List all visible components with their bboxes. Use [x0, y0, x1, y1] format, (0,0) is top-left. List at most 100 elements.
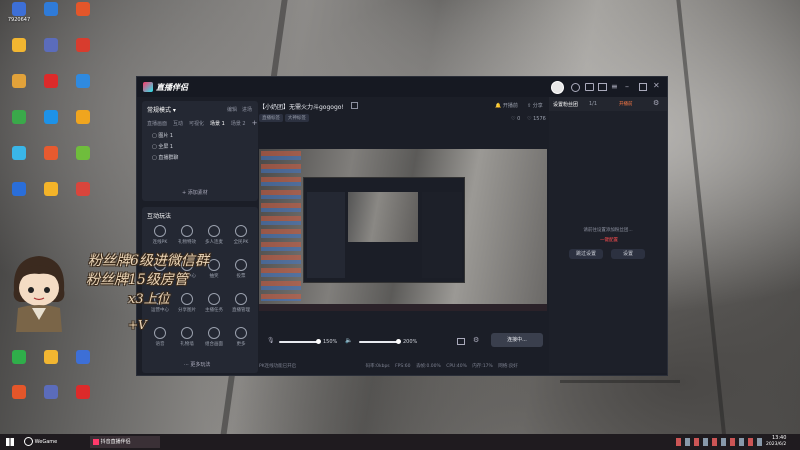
- app-icon: [44, 146, 58, 160]
- more-tools-button[interactable]: ··· 更多玩法: [184, 361, 210, 368]
- tool-button[interactable]: 直播管理: [229, 293, 253, 313]
- desktop-icon[interactable]: [36, 146, 66, 161]
- desktop-icon[interactable]: [36, 74, 66, 89]
- minimize-icon[interactable]: –: [625, 82, 629, 91]
- menu-icon[interactable]: ≡: [611, 82, 618, 91]
- tool-label: 投票: [236, 274, 246, 279]
- settings-gear-icon[interactable]: ⚙: [473, 336, 479, 344]
- tag-badge[interactable]: 大神标签: [284, 114, 309, 122]
- tshirt-icon[interactable]: [598, 83, 607, 91]
- tool-button[interactable]: 组合画面: [202, 327, 226, 347]
- mode-dropdown[interactable]: 常规模式 ▾: [147, 105, 176, 114]
- tool-button[interactable]: 连线PK: [148, 225, 172, 245]
- desktop-icon[interactable]: [4, 385, 34, 399]
- close-icon[interactable]: ✕: [653, 81, 660, 90]
- tab-interact[interactable]: 互动: [173, 120, 183, 127]
- title-bar: 直播伴侣 ≡ – ✕: [137, 77, 667, 97]
- list-item[interactable]: ▢ 图片 1: [142, 131, 258, 142]
- speaker-volume-slider[interactable]: [359, 341, 399, 343]
- tag-badge[interactable]: 直播标签: [259, 114, 283, 122]
- tool-button[interactable]: 主播任务: [202, 293, 226, 313]
- desktop-icon[interactable]: [4, 110, 34, 125]
- taskbar-app-companion[interactable]: 抖音直播伴侣: [90, 436, 160, 448]
- desktop-icon[interactable]: [36, 385, 66, 399]
- edit-button[interactable]: 编辑: [227, 106, 237, 113]
- mic-icon[interactable]: 🎙: [267, 337, 275, 344]
- desktop-icon[interactable]: [68, 2, 98, 17]
- connect-button[interactable]: 连接中...: [491, 333, 543, 347]
- enter-button[interactable]: 进场: [242, 106, 252, 113]
- desktop-icon[interactable]: [36, 182, 66, 197]
- tab-visual[interactable]: 可视化: [189, 120, 204, 127]
- desktop-icon[interactable]: [68, 350, 98, 364]
- share-link[interactable]: ⇪ 分享: [527, 102, 543, 109]
- tool-button[interactable]: 更多: [229, 327, 253, 347]
- desktop-icon[interactable]: [68, 182, 98, 197]
- skip-button[interactable]: 跳过设置: [569, 249, 603, 259]
- desktop-icon[interactable]: [36, 350, 66, 364]
- status-item: 丢帧:0.00%: [415, 364, 441, 369]
- restore-icon[interactable]: [639, 83, 647, 91]
- app-icon: [44, 350, 58, 364]
- desktop-icon[interactable]: [4, 182, 34, 197]
- settings-icon[interactable]: ⚙: [653, 99, 659, 107]
- tool-icon: [181, 293, 193, 305]
- speaker-volume-thumb[interactable]: [396, 339, 401, 344]
- record-icon[interactable]: [457, 338, 465, 345]
- tab-scene-2[interactable]: 场景 2: [231, 120, 246, 127]
- desktop-icon[interactable]: [4, 74, 34, 89]
- desktop-icon[interactable]: [4, 146, 34, 161]
- desktop-icon[interactable]: [68, 74, 98, 89]
- cartoon-avatar-icon: [13, 256, 65, 332]
- tool-label: 全民PK: [233, 240, 249, 245]
- add-scene-icon[interactable]: +: [252, 119, 258, 127]
- clock-date[interactable]: 2023/6/2: [766, 442, 786, 447]
- desktop-icon[interactable]: [68, 146, 98, 161]
- desktop-icon[interactable]: [68, 110, 98, 125]
- tool-label: 运营中心: [151, 308, 169, 313]
- desktop-icon[interactable]: [4, 350, 34, 364]
- status-item: 内存:17%: [472, 364, 493, 369]
- tool-button[interactable]: 多人连麦: [202, 225, 226, 245]
- stream-title[interactable]: 【小奶团】无需火力斗gogogo!: [259, 102, 344, 111]
- speaker-icon[interactable]: 🔈: [345, 337, 352, 344]
- tool-icon: [235, 259, 247, 271]
- tool-button[interactable]: 礼物特效: [175, 225, 199, 245]
- desktop-icon[interactable]: [68, 385, 98, 399]
- taskbar-app-wegame[interactable]: WeGame: [24, 437, 84, 447]
- tool-button[interactable]: 全民PK: [229, 225, 253, 245]
- desktop-icon[interactable]: [36, 38, 66, 53]
- tab-live[interactable]: 直播画面: [147, 120, 167, 127]
- tab-scene-1[interactable]: 场景 1: [210, 120, 225, 127]
- app-icon: [12, 110, 26, 124]
- list-item[interactable]: ▢ 全屏 1: [142, 142, 258, 153]
- setup-button[interactable]: 设置: [611, 249, 645, 259]
- preview-canvas[interactable]: [259, 149, 547, 311]
- tool-button[interactable]: 分享图片: [175, 293, 199, 313]
- headset-icon[interactable]: [571, 83, 580, 92]
- tool-icon: [208, 259, 220, 271]
- edit-title-icon[interactable]: [351, 102, 358, 109]
- tool-button[interactable]: 投票: [229, 259, 253, 279]
- clock-time[interactable]: 13:40: [772, 435, 786, 441]
- windows-start-icon[interactable]: [6, 438, 14, 446]
- desktop-icon[interactable]: [36, 110, 66, 125]
- status-item: 网络:良好: [498, 364, 518, 369]
- add-source-button[interactable]: + 添加素材: [182, 189, 208, 196]
- desktop-icon[interactable]: [68, 38, 98, 53]
- start-stream-link[interactable]: 🔔 开播前: [495, 102, 518, 109]
- fan-group-link[interactable]: 一键配置: [589, 237, 629, 243]
- desktop-icon[interactable]: 7920647: [4, 2, 34, 23]
- page-indicator: 1/1: [589, 101, 598, 107]
- avatar[interactable]: [551, 81, 564, 94]
- mic-volume-slider[interactable]: [279, 341, 319, 343]
- list-item[interactable]: ▢ 直播群聊: [142, 153, 258, 164]
- app-icon: [12, 146, 26, 160]
- desktop-icon[interactable]: [4, 38, 34, 53]
- message-icon[interactable]: [585, 83, 594, 91]
- tool-label: 礼物特效: [178, 240, 196, 245]
- tool-button[interactable]: 语音: [148, 327, 172, 347]
- desktop-icon[interactable]: [36, 2, 66, 17]
- mic-volume-thumb[interactable]: [316, 339, 321, 344]
- tool-button[interactable]: 礼物墙: [175, 327, 199, 347]
